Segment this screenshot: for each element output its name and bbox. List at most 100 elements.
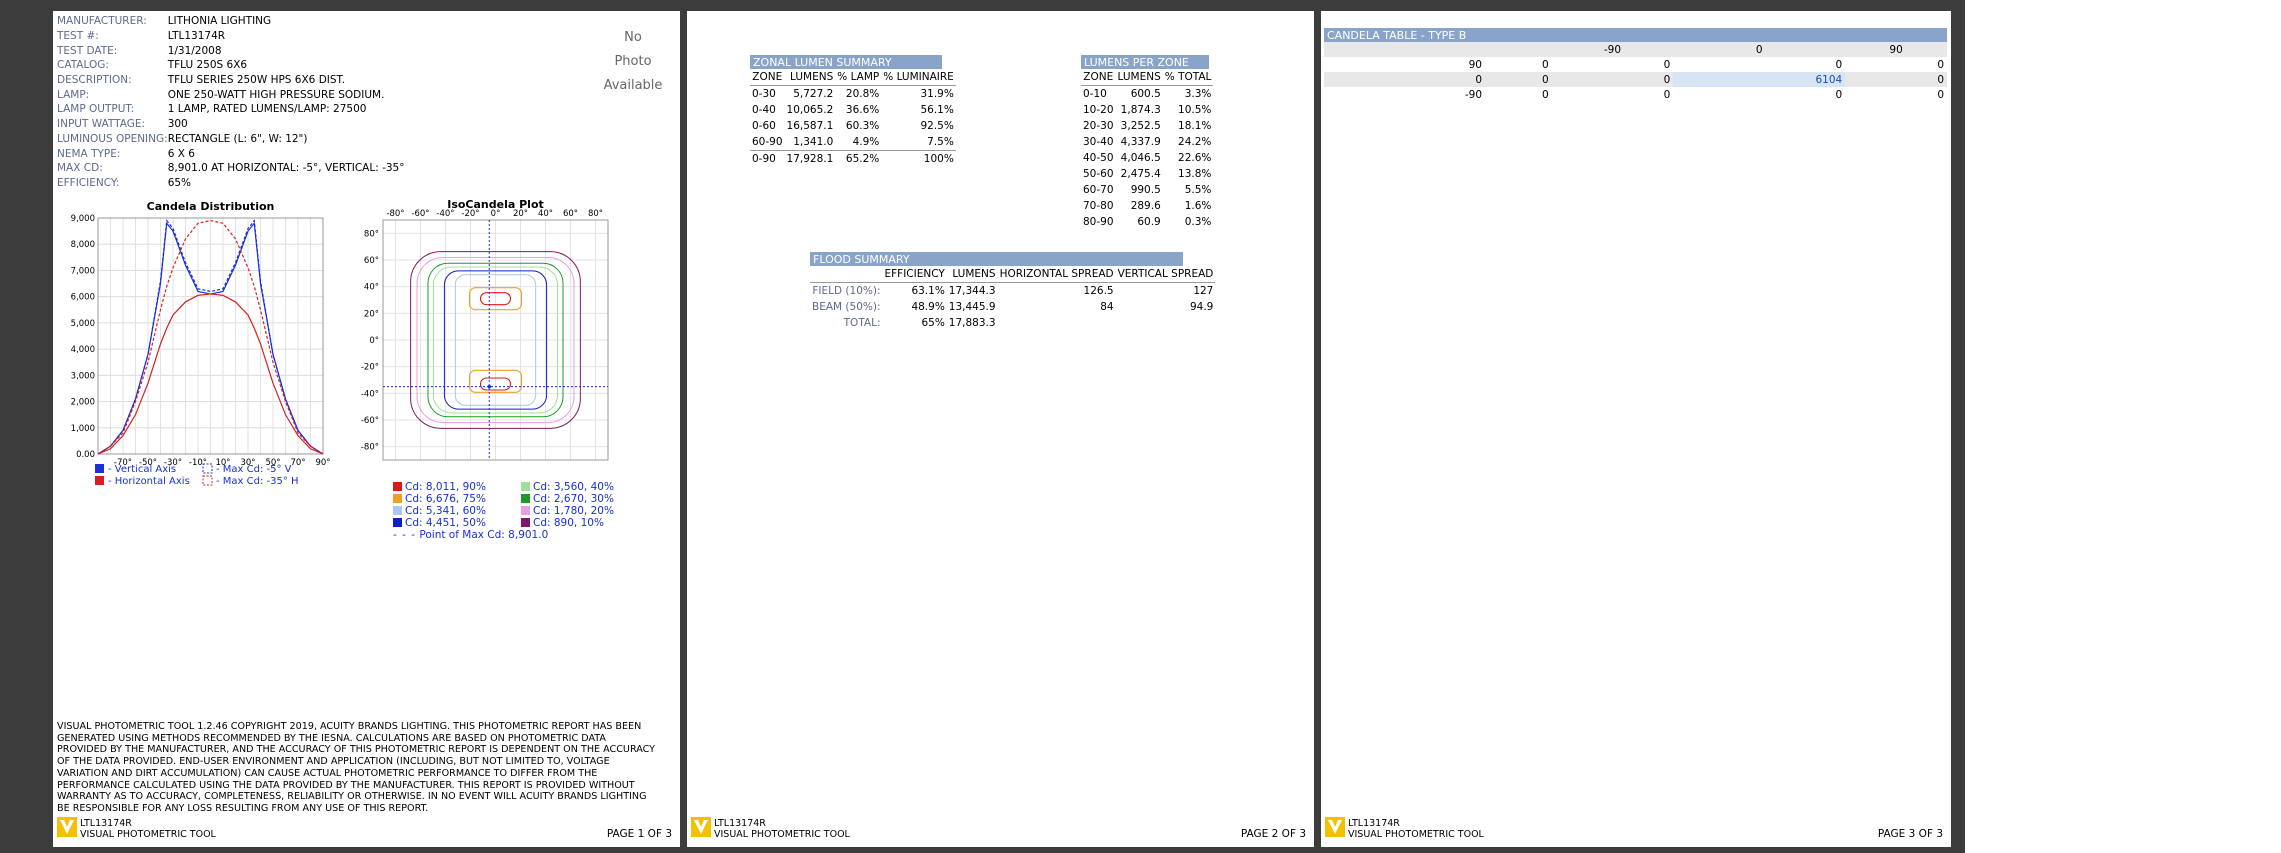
info-key: LUMINOUS OPENING: xyxy=(57,132,168,145)
x-tick-label: -80° xyxy=(386,209,404,219)
column-header: HORIZONTAL SPREAD xyxy=(999,268,1114,280)
table-row: 40-50 4,046.5 22.6% xyxy=(1081,150,1213,166)
table-row: FIELD (10%): 63.1% 17,344.3 126.5 127 xyxy=(810,283,1215,300)
table-cell: 16,587.1 xyxy=(786,120,834,132)
table-cell: 92.5% xyxy=(920,120,954,132)
table-cell: 0 xyxy=(1475,73,1482,86)
table-cell: 50-60 xyxy=(1083,168,1114,180)
footer-text: LTL13174R VISUAL PHOTOMETRIC TOOL xyxy=(80,818,216,840)
y-tick-label: 0.00 xyxy=(76,450,95,460)
info-row: LAMP OUTPUT: 1 LAMP, RATED LUMENS/LAMP: 2… xyxy=(57,102,405,117)
header-row: EFFICIENCY LUMENS HORIZONTAL SPREAD VERTICA… xyxy=(810,266,1216,283)
candela-table-section: CANDELA TABLE - TYPE B -90 0 90 90 0 0 0 0 0 0 0 61… xyxy=(1324,28,1947,102)
info-value: TFLU SERIES 250W HPS 6X6 DIST. xyxy=(167,74,346,87)
legend-swatch xyxy=(202,475,213,486)
header-row: -90 0 90 xyxy=(1324,42,1947,57)
column-header: ZONE xyxy=(752,71,783,83)
info-row: TEST #: LTL13174R xyxy=(57,29,405,44)
table-cell: 127 xyxy=(1193,285,1214,297)
y-tick-label: -80° xyxy=(361,443,379,453)
y-tick-label: 6,000 xyxy=(71,293,95,303)
table-cell: 0-90 xyxy=(752,153,776,165)
table-cell: 60-70 xyxy=(1083,184,1114,196)
candela-table-title: CANDELA TABLE - TYPE B xyxy=(1324,28,1947,42)
y-tick-label: -20° xyxy=(361,363,379,373)
legend-swatch xyxy=(95,476,104,485)
info-row: INPUT WATTAGE: 300 xyxy=(57,117,405,132)
report-page-3: CANDELA TABLE - TYPE B -90 0 90 90 0 0 0 0 0 0 0 61… xyxy=(1321,11,1951,847)
info-value: RECTANGLE (L: 6", W: 12") xyxy=(167,132,308,145)
table-cell: -90 xyxy=(1464,88,1482,101)
table-cell: 48.9% xyxy=(911,301,945,313)
x-tick-label: -20° xyxy=(461,209,479,219)
table-cell: 20-30 xyxy=(1083,120,1114,132)
footer-text: LTL13174R VISUAL PHOTOMETRIC TOOL xyxy=(714,818,850,840)
table-cell: 20.8% xyxy=(845,88,880,100)
table-cell: 63.1% xyxy=(911,285,945,297)
column-header: ZONE xyxy=(1083,71,1114,83)
footer-text: LTL13174R VISUAL PHOTOMETRIC TOOL xyxy=(1348,818,1484,840)
isocandela-plot: IsoCandela Plot-80° -60° -40° -20° 0° 20° 40° 6… xyxy=(361,198,609,461)
table-cell: 990.5 xyxy=(1130,184,1161,196)
legend-swatch xyxy=(521,518,530,527)
iso-legend-item: Cd: 890, 10% xyxy=(521,517,649,529)
page-number: PAGE 1 OF 3 xyxy=(606,828,672,840)
y-tick-label: 60° xyxy=(364,256,379,266)
legend-label: Cd: 2,670, 30% xyxy=(533,493,614,505)
report-page-1: MANUFACTURER: LITHONIA LIGHTING TEST #: LTL… xyxy=(53,11,680,847)
y-tick-label: 1,000 xyxy=(71,424,95,434)
y-tick-label: 8,000 xyxy=(71,240,95,250)
zonal-title: ZONAL LUMEN SUMMARY xyxy=(750,55,942,69)
table-cell: 0 xyxy=(1835,88,1843,101)
info-value: ONE 250-WATT HIGH PRESSURE SODIUM. xyxy=(167,88,385,101)
column-header: VERTICAL SPREAD xyxy=(1117,268,1214,280)
x-tick-label: 70° xyxy=(290,458,305,468)
table-cell: 0 xyxy=(1541,88,1549,101)
table-row: 0-90 17,928.1 65.2% 100% xyxy=(750,150,956,168)
table-row: 60-90 1,341.0 4.9% 7.5% xyxy=(750,134,956,151)
x-tick-label: 40° xyxy=(538,209,553,219)
column-header: % TOTAL xyxy=(1164,71,1212,83)
table-cell xyxy=(1324,42,1552,57)
per-zone-title: LUMENS PER ZONE xyxy=(1081,55,1209,69)
info-value: 1 LAMP, RATED LUMENS/LAMP: 27500 xyxy=(167,103,367,116)
table-cell: 1,874.3 xyxy=(1120,104,1161,116)
table-cell: 7.5% xyxy=(927,136,954,148)
y-tick-label: 3,000 xyxy=(71,371,95,381)
x-tick-label: 80° xyxy=(588,209,603,219)
info-value: 65% xyxy=(167,176,192,189)
max-point-legend: - - - Point of Max Cd: 8,901.0 xyxy=(393,529,549,541)
info-row: DESCRIPTION: TFLU SERIES 250W HPS 6X6 DIS… xyxy=(57,73,405,88)
legend-swatch xyxy=(521,482,530,491)
legend-swatch xyxy=(393,482,402,491)
table-row: TOTAL: 65% 17,883.3 xyxy=(810,315,1215,331)
iso-legend-item: Cd: 3,560, 40% xyxy=(521,481,649,493)
isocandela-legend: Cd: 8,011, 90% Cd: 3,560, 40% Cd: 6,676, 7… xyxy=(393,481,653,529)
iso-legend-item: Cd: 2,670, 30% xyxy=(521,493,649,505)
column-header: LUMENS xyxy=(790,71,834,83)
column-header: EFFICIENCY xyxy=(884,268,945,280)
column-header: LUMENS xyxy=(1117,71,1161,83)
table-cell: 0 xyxy=(1541,73,1549,86)
table-cell: 0 xyxy=(1937,73,1944,86)
table-cell xyxy=(998,315,1116,331)
table-cell: 0 xyxy=(1663,58,1671,71)
column-header: 0 xyxy=(1673,42,1846,57)
table-cell: 0-60 xyxy=(752,120,776,132)
table-cell: 6104 xyxy=(1673,72,1846,87)
table-cell: 0 xyxy=(1937,58,1944,71)
column-header: % LUMINAIRE xyxy=(883,71,954,83)
legend-label: Cd: 4,451, 50% xyxy=(405,517,486,529)
info-key: TEST #: xyxy=(57,30,99,43)
legend-label: Cd: 8,011, 90% xyxy=(405,481,486,493)
flood-summary: FLOOD SUMMARY EFFICIENCY LUMENS HORIZONTAL… xyxy=(810,252,1216,331)
info-key: TEST DATE: xyxy=(57,44,118,57)
per-zone-table: ZONE LUMENS% TOTAL 0-10 600.5 3.3% 10-20 1,874… xyxy=(1081,69,1214,230)
table-cell: 36.6% xyxy=(845,104,880,116)
table-row: 60-70 990.5 5.5% xyxy=(1081,182,1213,198)
info-key: LAMP: xyxy=(57,88,90,101)
table-row: 80-90 60.9 0.3% xyxy=(1081,214,1213,230)
x-tick-label: -60° xyxy=(411,209,429,219)
iso-legend-item: Cd: 6,676, 75% xyxy=(393,493,521,505)
info-key: LAMP OUTPUT: xyxy=(57,103,135,116)
